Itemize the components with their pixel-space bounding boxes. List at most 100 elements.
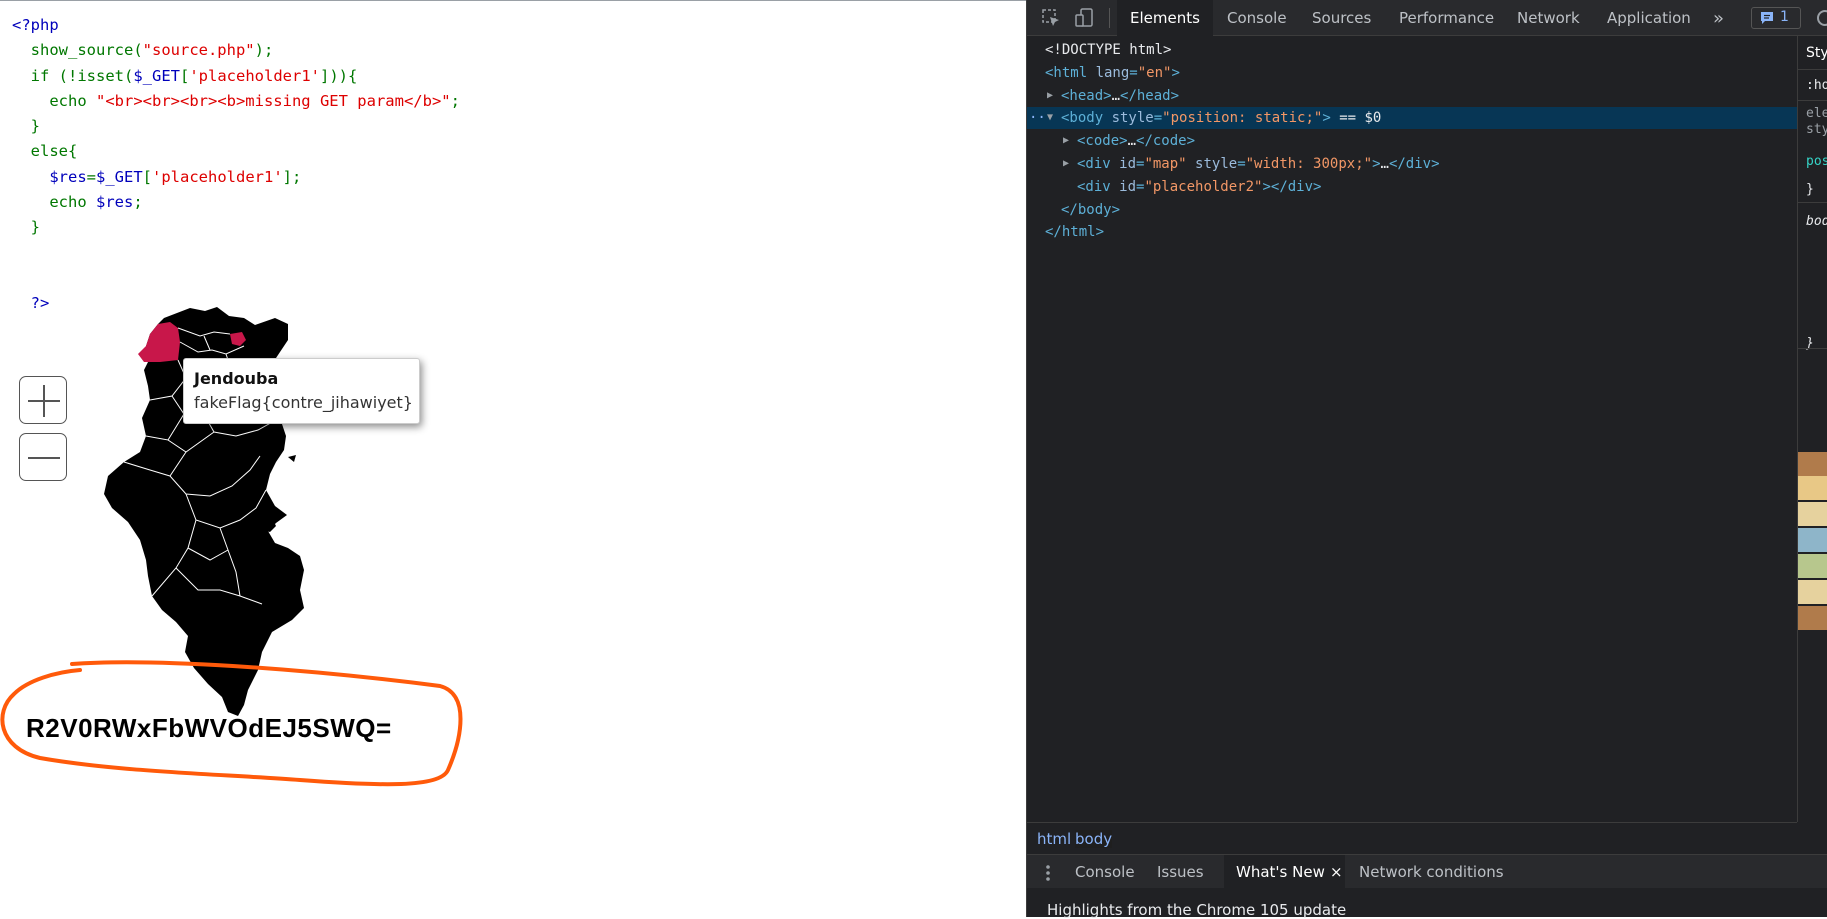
expand-triangle-closed-icon[interactable]: ▶ <box>1063 153 1069 175</box>
box-model-padding-bottom <box>1798 554 1827 578</box>
code-line: else{ <box>12 139 460 164</box>
code-token: $res <box>96 193 134 212</box>
code-token: } <box>12 117 40 136</box>
tab-styles[interactable]: Sty <box>1798 36 1827 70</box>
dom-token: > <box>1322 110 1331 127</box>
box-model-border-bottom <box>1798 580 1827 604</box>
tab-sources[interactable]: Sources <box>1312 0 1371 36</box>
elements-dom-tree[interactable]: <!DOCTYPE html> <html lang="en"> ▶ <head>…<… <box>1027 36 1797 822</box>
box-model-padding <box>1798 502 1827 526</box>
dom-token: <head> <box>1061 87 1112 104</box>
devtools-drawer-tabs: Console Issues What's New × Network cond… <box>1027 854 1827 889</box>
toolbar-separator <box>1109 8 1110 28</box>
dom-node-selected[interactable]: ··· ▼ <body style="position: static;"> == … <box>1027 107 1797 130</box>
dom-token: style <box>1186 156 1238 172</box>
box-model-border <box>1798 476 1827 500</box>
close-icon[interactable]: × <box>1330 855 1343 889</box>
tab-network[interactable]: Network <box>1517 0 1580 36</box>
code-token: ); <box>254 41 274 60</box>
drawer-menu-kebab-icon[interactable] <box>1045 864 1051 882</box>
map-tooltip: Jendouba fakeFlag{contre_jihawiyet} <box>183 358 420 424</box>
code-token: show_source( <box>12 41 143 60</box>
expand-triangle-open-icon[interactable]: ▼ <box>1047 107 1053 129</box>
dom-node[interactable]: ▶ <div id="map" style="width: 300px;">…</… <box>1027 153 1797 175</box>
box-model-content <box>1798 528 1827 552</box>
page-top-border <box>0 0 1026 1</box>
dom-token: = <box>1237 156 1246 172</box>
drawer-tab-network-conditions[interactable]: Network conditions <box>1359 855 1504 889</box>
drawer-tab-whats-new[interactable]: What's New × <box>1224 855 1345 889</box>
code-token: $res <box>12 167 87 186</box>
breadcrumb-html[interactable]: html <box>1037 830 1071 848</box>
dom-token: id <box>1119 156 1137 172</box>
code-token: [ <box>180 66 190 85</box>
tooltip-region-name: Jendouba <box>194 369 279 388</box>
dom-node-markup: <code>…</code> <box>1077 130 1195 152</box>
code-token: echo <box>12 193 96 212</box>
dom-token: … <box>1127 133 1137 150</box>
dom-token: = <box>1153 110 1163 127</box>
code-token: ; <box>450 91 460 110</box>
dom-token: </head> <box>1120 87 1180 104</box>
dom-token: "position: static;" <box>1162 110 1323 127</box>
code-token: = <box>86 167 96 186</box>
code-token: $_GET <box>133 66 180 85</box>
breadcrumb-body[interactable]: body <box>1075 830 1113 848</box>
dom-node[interactable]: </body> <box>1027 199 1797 221</box>
inspect-element-icon[interactable] <box>1041 8 1061 28</box>
tooltip-value: fakeFlag{contre_jihawiyet} <box>194 393 413 412</box>
position-property-fragment: pos <box>1806 154 1827 169</box>
dom-node[interactable]: <html lang="en"> <box>1027 62 1797 84</box>
hover-filter-fragment[interactable]: :ho <box>1806 78 1827 93</box>
dom-node[interactable]: ▶ <code>…</code> <box>1027 130 1797 152</box>
tab-console[interactable]: Console <box>1227 0 1287 36</box>
dom-node-markup: <!DOCTYPE html> <box>1045 39 1171 61</box>
dom-node[interactable]: <!DOCTYPE html> <box>1027 39 1797 61</box>
expand-triangle-closed-icon[interactable]: ▶ <box>1063 130 1069 152</box>
code-token: $_GET <box>96 167 143 186</box>
dom-node[interactable]: </html> <box>1027 221 1797 243</box>
dom-node[interactable]: <div id="placeholder2"></div> <box>1027 176 1797 198</box>
dom-token: = <box>1129 64 1138 81</box>
minus-icon <box>28 457 60 459</box>
dom-node[interactable]: ▶ <head>…</head> <box>1027 85 1797 107</box>
code-line: } <box>12 215 460 240</box>
whats-new-heading: Highlights from the Chrome 105 update <box>1047 901 1347 919</box>
plus-icon <box>28 385 60 417</box>
region-jendouba[interactable] <box>138 322 180 362</box>
dom-token: style <box>1111 110 1154 127</box>
web-page-viewport: <?php show_source("source.php"); if (!is… <box>0 0 1026 917</box>
zoom-in-button[interactable] <box>19 376 67 424</box>
drawer-tab-console[interactable]: Console <box>1075 855 1135 889</box>
expand-triangle-closed-icon[interactable]: ▶ <box>1047 85 1053 107</box>
tab-performance[interactable]: Performance <box>1399 0 1494 36</box>
code-token: "<br><br><br><b>missing GET param</b>" <box>96 91 451 110</box>
tab-elements[interactable]: Elements <box>1117 0 1213 38</box>
tab-application[interactable]: Application <box>1607 0 1691 36</box>
issues-counter-button[interactable]: 1 <box>1751 7 1801 29</box>
device-toolbar-icon[interactable] <box>1075 8 1095 28</box>
dom-token: <div <box>1077 156 1120 172</box>
dom-node-markup: </html> <box>1045 221 1104 243</box>
dom-token: "map" <box>1144 156 1187 172</box>
more-tabs-chevron-icon[interactable]: » <box>1713 0 1724 36</box>
code-token: <?php <box>12 16 59 34</box>
code-line: echo $res; <box>12 190 460 215</box>
zoom-out-button[interactable] <box>19 433 67 481</box>
dom-node-markup: </body> <box>1061 199 1120 221</box>
box-model-margin <box>1798 452 1827 476</box>
dom-token: "width: 300px;" <box>1245 156 1373 172</box>
drawer-tab-issues[interactable]: Issues <box>1157 855 1204 889</box>
code-line: if (!isset($_GET['placeholder1'])){ <box>12 64 460 89</box>
dom-token: id <box>1119 178 1137 195</box>
gear-icon[interactable] <box>1815 8 1827 28</box>
dom-node-markup: <div id="placeholder2"></div> <box>1077 176 1321 198</box>
dom-node-markup: <head>…</head> <box>1061 85 1179 107</box>
code-token: if (!isset( <box>12 66 134 85</box>
code-line: $res=$_GET['placeholder1']; <box>12 165 460 190</box>
dom-token: == $0 <box>1330 110 1382 127</box>
code-token: [ <box>142 167 153 186</box>
placeholder2-output: R2V0RWxFbWVOdEJ5SWQ= <box>26 713 392 743</box>
code-token: 'placeholder1' <box>189 66 320 85</box>
